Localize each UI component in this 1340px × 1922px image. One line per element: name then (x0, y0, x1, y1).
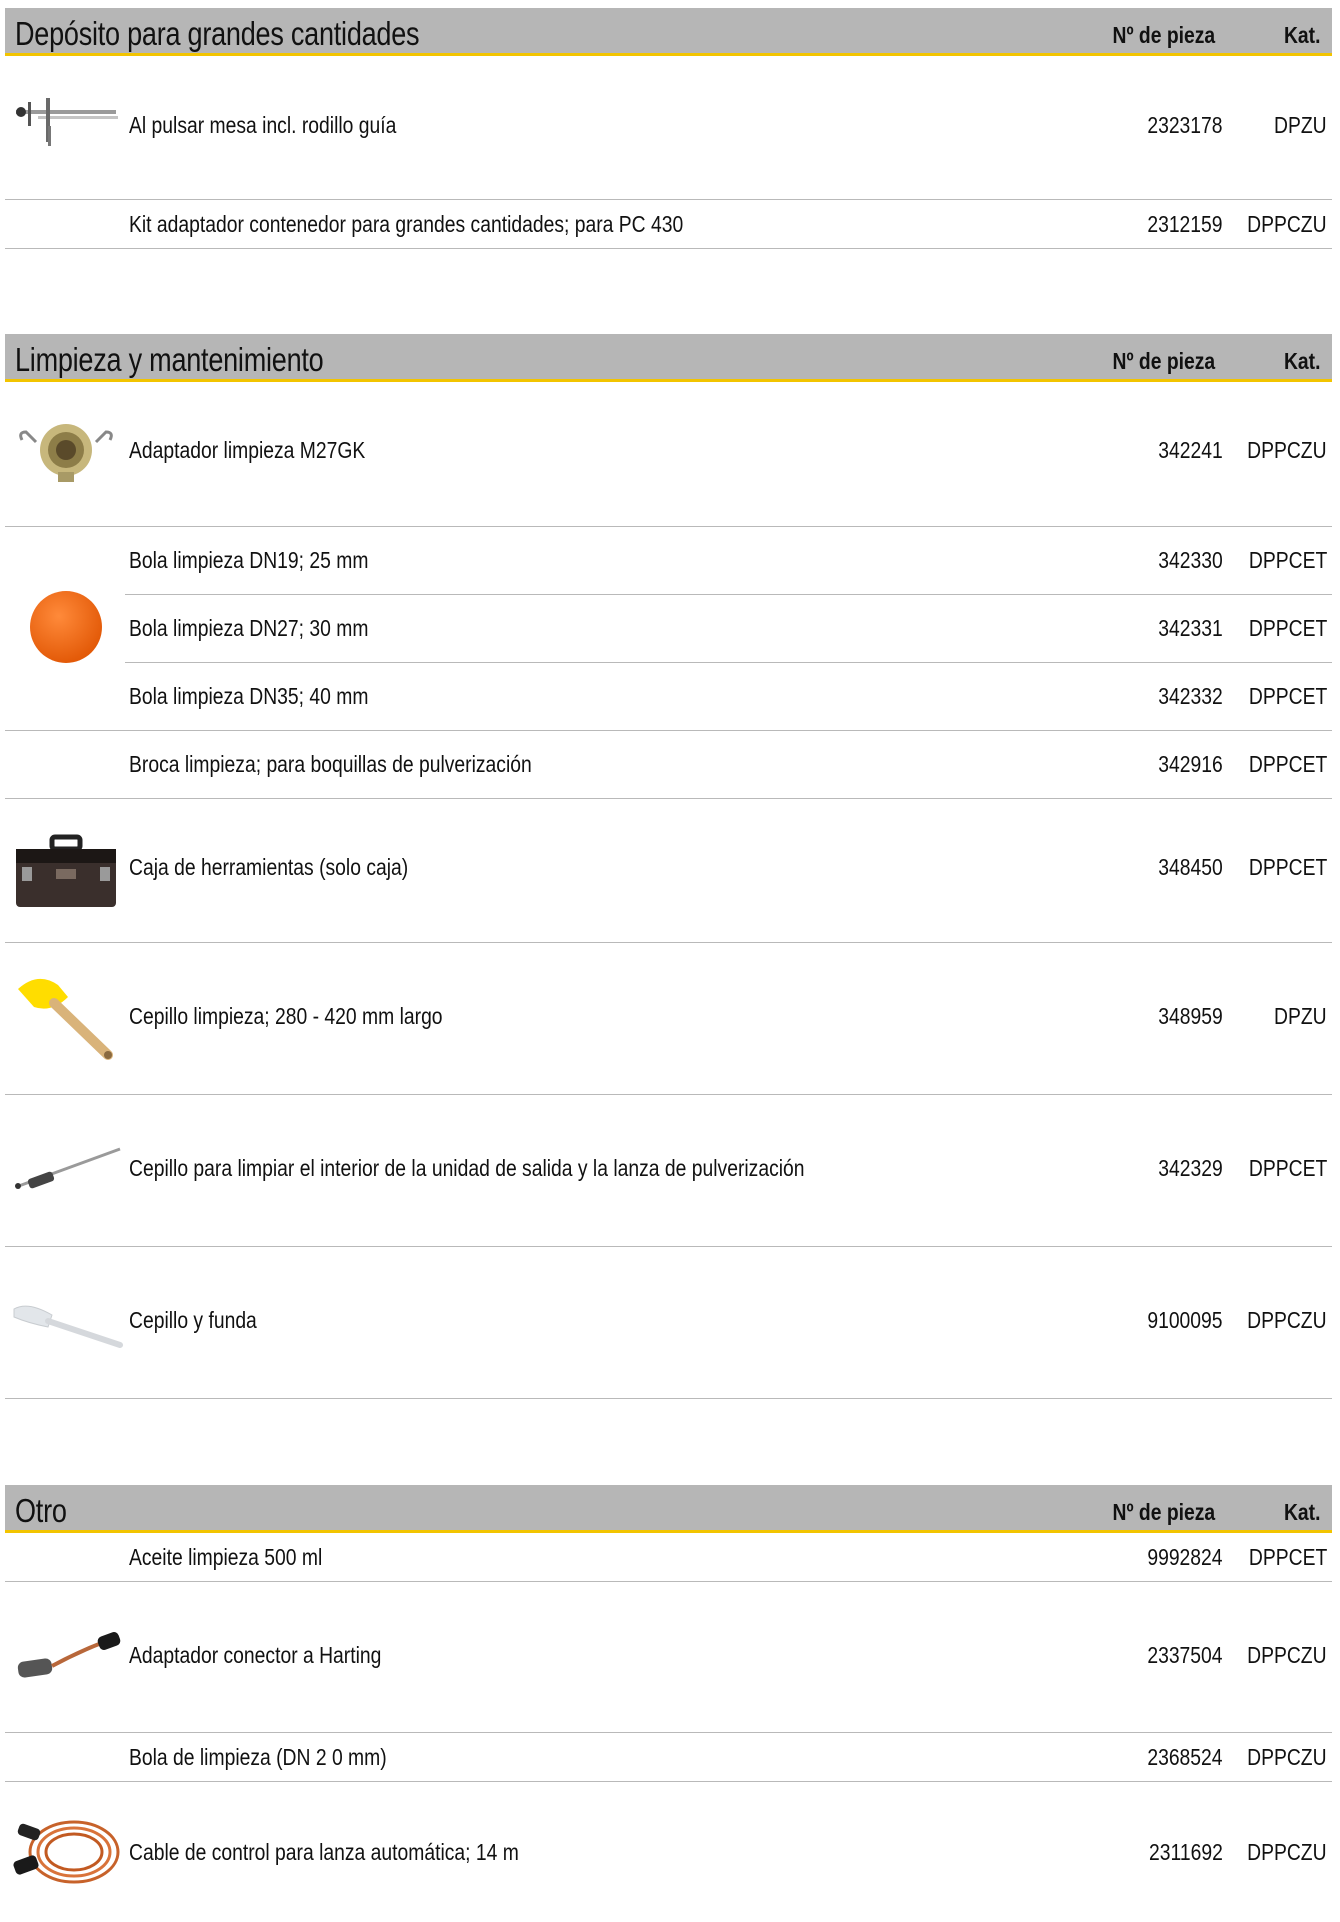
row-description: Bola limpieza DN35; 40 mm (129, 683, 369, 709)
row-part-number: 348959 (1158, 1003, 1223, 1029)
table-row: Cepillo y funda 9100095 DPPCZU (5, 1247, 1332, 1399)
row-part-number: 342331 (1158, 615, 1223, 641)
row-catalog: DPPCZU (1247, 211, 1327, 237)
row-part-number: 2311692 (1149, 1839, 1223, 1865)
table-roller-icon (8, 86, 124, 156)
row-catalog: DPPCET (1248, 547, 1327, 573)
row-catalog: DPPCET (1248, 854, 1327, 880)
table-row: Adaptador limpieza M27GK 342241 DPPCZU (5, 382, 1332, 527)
table-row: Bola limpieza DN27; 30 mm 342331 DPPCET (5, 595, 1332, 663)
tube-brush-icon (8, 1141, 124, 1201)
catalog-column-header: Kat. (1283, 22, 1320, 48)
row-part-number: 2368524 (1147, 1744, 1223, 1770)
row-catalog: DPPCZU (1247, 1839, 1327, 1865)
section-header: Limpieza y mantenimiento Nº de pieza Kat… (5, 334, 1332, 382)
row-description: Adaptador conector a Harting (129, 1642, 382, 1668)
row-description: Caja de herramientas (solo caja) (129, 854, 409, 880)
brush-icon (8, 967, 124, 1067)
row-part-number: 9992824 (1147, 1544, 1223, 1570)
cleaning-ball-group: Bola limpieza DN19; 25 mm 342330 DPPCET … (5, 527, 1332, 731)
row-catalog: DPPCZU (1247, 1642, 1327, 1668)
catalog-column-header: Kat. (1283, 348, 1320, 374)
row-description: Al pulsar mesa incl. rodillo guía (129, 112, 397, 138)
row-part-number: 9100095 (1147, 1307, 1223, 1333)
row-description: Cepillo y funda (129, 1307, 257, 1333)
section-title: Otro (15, 1492, 67, 1529)
row-description: Cepillo limpieza; 280 - 420 mm largo (129, 1003, 443, 1029)
cable-icon (8, 1812, 124, 1892)
table-row: Al pulsar mesa incl. rodillo guía 232317… (5, 56, 1332, 200)
row-part-number: 2323178 (1147, 112, 1223, 138)
table-row: Adaptador conector a Harting 2337504 DPP… (5, 1582, 1332, 1733)
row-description: Kit adaptador contenedor para grandes ca… (129, 211, 684, 237)
row-description: Cepillo para limpiar el interior de la u… (129, 1155, 805, 1181)
section-otro: Otro Nº de pieza Kat. Aceite limpieza 50… (5, 1485, 1332, 1922)
row-catalog: DPPCET (1248, 1544, 1327, 1570)
table-row: Broca limpieza; para boquillas de pulver… (5, 731, 1332, 799)
table-row: Caja de herramientas (solo caja) 348450 … (5, 799, 1332, 943)
white-brush-icon (8, 1287, 124, 1357)
section-header: Otro Nº de pieza Kat. (5, 1485, 1332, 1533)
catalog-column-header: Kat. (1283, 1499, 1320, 1525)
row-catalog: DPPCET (1248, 1155, 1327, 1181)
table-row: Bola limpieza DN35; 40 mm 342332 DPPCET (5, 663, 1332, 731)
table-row: Kit adaptador contenedor para grandes ca… (5, 200, 1332, 249)
connector-adapter-icon (8, 1622, 124, 1692)
row-part-number: 2312159 (1147, 211, 1223, 237)
row-description: Bola limpieza DN27; 30 mm (129, 615, 369, 641)
row-catalog: DPPCET (1248, 683, 1327, 709)
row-part-number: 342332 (1158, 683, 1223, 709)
part-number-column-header: Nº de pieza (1112, 1499, 1215, 1525)
section-limpieza: Limpieza y mantenimiento Nº de pieza Kat… (5, 334, 1332, 1399)
section-header: Depósito para grandes cantidades Nº de p… (5, 8, 1332, 56)
row-part-number: 348450 (1158, 854, 1223, 880)
row-catalog: DPPCET (1248, 751, 1327, 777)
section-deposito: Depósito para grandes cantidades Nº de p… (5, 8, 1332, 249)
row-part-number: 342241 (1158, 437, 1223, 463)
row-part-number: 342329 (1158, 1155, 1223, 1181)
table-row: Cable de control para lanza automática; … (5, 1782, 1332, 1922)
section-title: Limpieza y mantenimiento (15, 341, 324, 378)
row-description: Adaptador limpieza M27GK (129, 437, 366, 463)
row-catalog: DPPCZU (1247, 1744, 1327, 1770)
table-row: Aceite limpieza 500 ml 9992824 DPPCET (5, 1533, 1332, 1582)
section-title: Depósito para grandes cantidades (15, 15, 420, 52)
row-catalog: DPZU (1274, 112, 1327, 138)
row-catalog: DPPCZU (1247, 437, 1327, 463)
row-description: Bola de limpieza (DN 2 0 mm) (129, 1744, 387, 1770)
cleaning-ball-icon (8, 579, 124, 675)
toolbox-icon (8, 829, 124, 911)
row-catalog: DPPCZU (1247, 1307, 1327, 1333)
row-part-number: 342330 (1158, 547, 1223, 573)
row-description: Bola limpieza DN19; 25 mm (129, 547, 369, 573)
row-description: Cable de control para lanza automática; … (129, 1839, 519, 1865)
part-number-column-header: Nº de pieza (1112, 348, 1215, 374)
row-catalog: DPZU (1274, 1003, 1327, 1029)
row-description: Broca limpieza; para boquillas de pulver… (129, 751, 532, 777)
row-part-number: 2337504 (1147, 1642, 1223, 1668)
cleaning-adapter-icon (8, 410, 124, 490)
table-row: Cepillo limpieza; 280 - 420 mm largo 348… (5, 943, 1332, 1095)
row-description: Aceite limpieza 500 ml (129, 1544, 323, 1570)
table-row: Cepillo para limpiar el interior de la u… (5, 1095, 1332, 1247)
table-row: Bola limpieza DN19; 25 mm 342330 DPPCET (5, 527, 1332, 595)
table-row: Bola de limpieza (DN 2 0 mm) 2368524 DPP… (5, 1733, 1332, 1782)
part-number-column-header: Nº de pieza (1112, 22, 1215, 48)
row-part-number: 342916 (1158, 751, 1223, 777)
row-catalog: DPPCET (1248, 615, 1327, 641)
